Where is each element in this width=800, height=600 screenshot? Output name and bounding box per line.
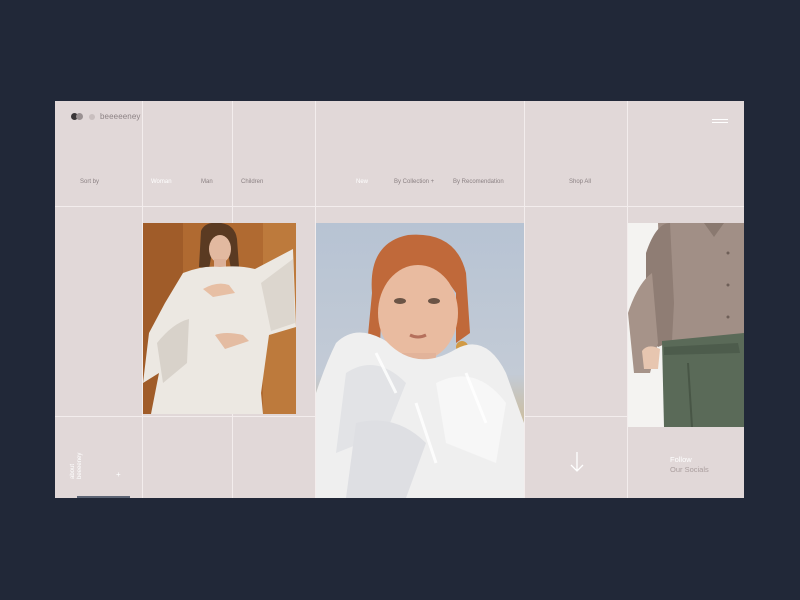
product-photo-plastic-jacket[interactable] <box>316 223 524 498</box>
logo-dot-icon <box>76 113 83 120</box>
brand-name: beeeeeney <box>100 112 141 121</box>
nav-woman[interactable]: Woman <box>148 179 175 186</box>
hamburger-menu-icon[interactable] <box>712 119 728 125</box>
logo-dot-icon <box>89 113 95 120</box>
product-photo-white-dress[interactable] <box>143 223 296 414</box>
about-link[interactable]: about beeeeney <box>70 451 104 479</box>
nav-children[interactable]: Children <box>241 179 263 185</box>
nav-man[interactable]: Man <box>201 179 213 185</box>
brand-logo[interactable]: beeeeeney <box>71 112 141 121</box>
about-line-2: beeeeney <box>77 452 83 479</box>
filter-by-recommendation[interactable]: By Recomendation <box>453 179 504 185</box>
sort-by-label: Sort by <box>80 179 100 185</box>
plus-icon[interactable]: + <box>116 470 121 479</box>
filter-new[interactable]: New <box>352 179 372 186</box>
filter-by-collection[interactable]: By Collection + <box>394 179 434 185</box>
grid-line <box>55 206 744 207</box>
site-frame: beeeeeney Sort by Woman Man Children New… <box>55 101 744 498</box>
scroll-progress-bar <box>77 496 130 498</box>
product-photo-taupe-shirt[interactable] <box>628 223 744 427</box>
arrow-down-icon[interactable] <box>569 451 585 478</box>
about-line-1: about <box>70 463 76 479</box>
grid-line <box>524 101 525 498</box>
follow-socials-link[interactable]: Follow Our Socials <box>670 455 709 475</box>
shop-all-link[interactable]: Shop All <box>569 179 591 185</box>
follow-label: Follow <box>670 455 692 464</box>
our-socials-label: Our Socials <box>670 465 709 474</box>
